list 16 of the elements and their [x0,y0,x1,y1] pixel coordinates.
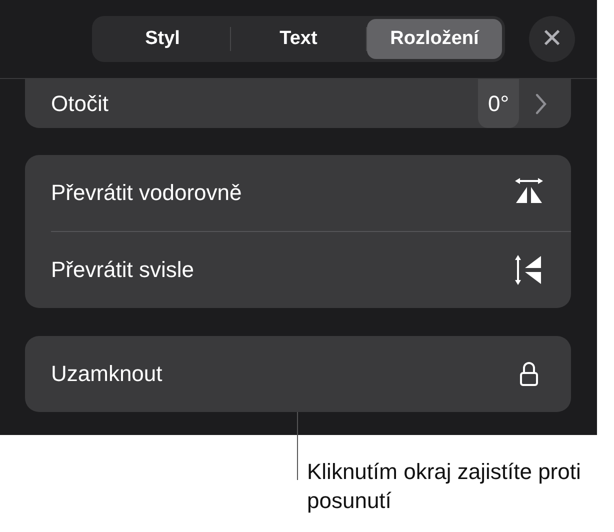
flip-row[interactable]: Převrátit svisle [25,232,571,308]
row-label: Uzamknout [51,361,164,387]
chevron-icon[interactable] [535,92,547,114]
angle-field[interactable]: 0° [478,79,519,128]
tab[interactable]: Rozložení [367,19,502,59]
lock-icon [519,361,539,387]
callout-text: Kliknutím okraj zajistíte proti posunutí [307,458,582,515]
tab[interactable]: Styl [95,19,230,59]
close-button[interactable]: ✕ [529,16,575,62]
lock-row[interactable]: Uzamknout [25,336,571,412]
leader-line [297,412,298,480]
flip-row[interactable]: Převrátit vodorovně [25,155,571,231]
row-label: Převrátit vodorovně [51,180,243,206]
tab[interactable]: Text [231,19,366,59]
row-label: Převrátit svisle [51,257,196,283]
row-label: Otočit [51,90,110,116]
